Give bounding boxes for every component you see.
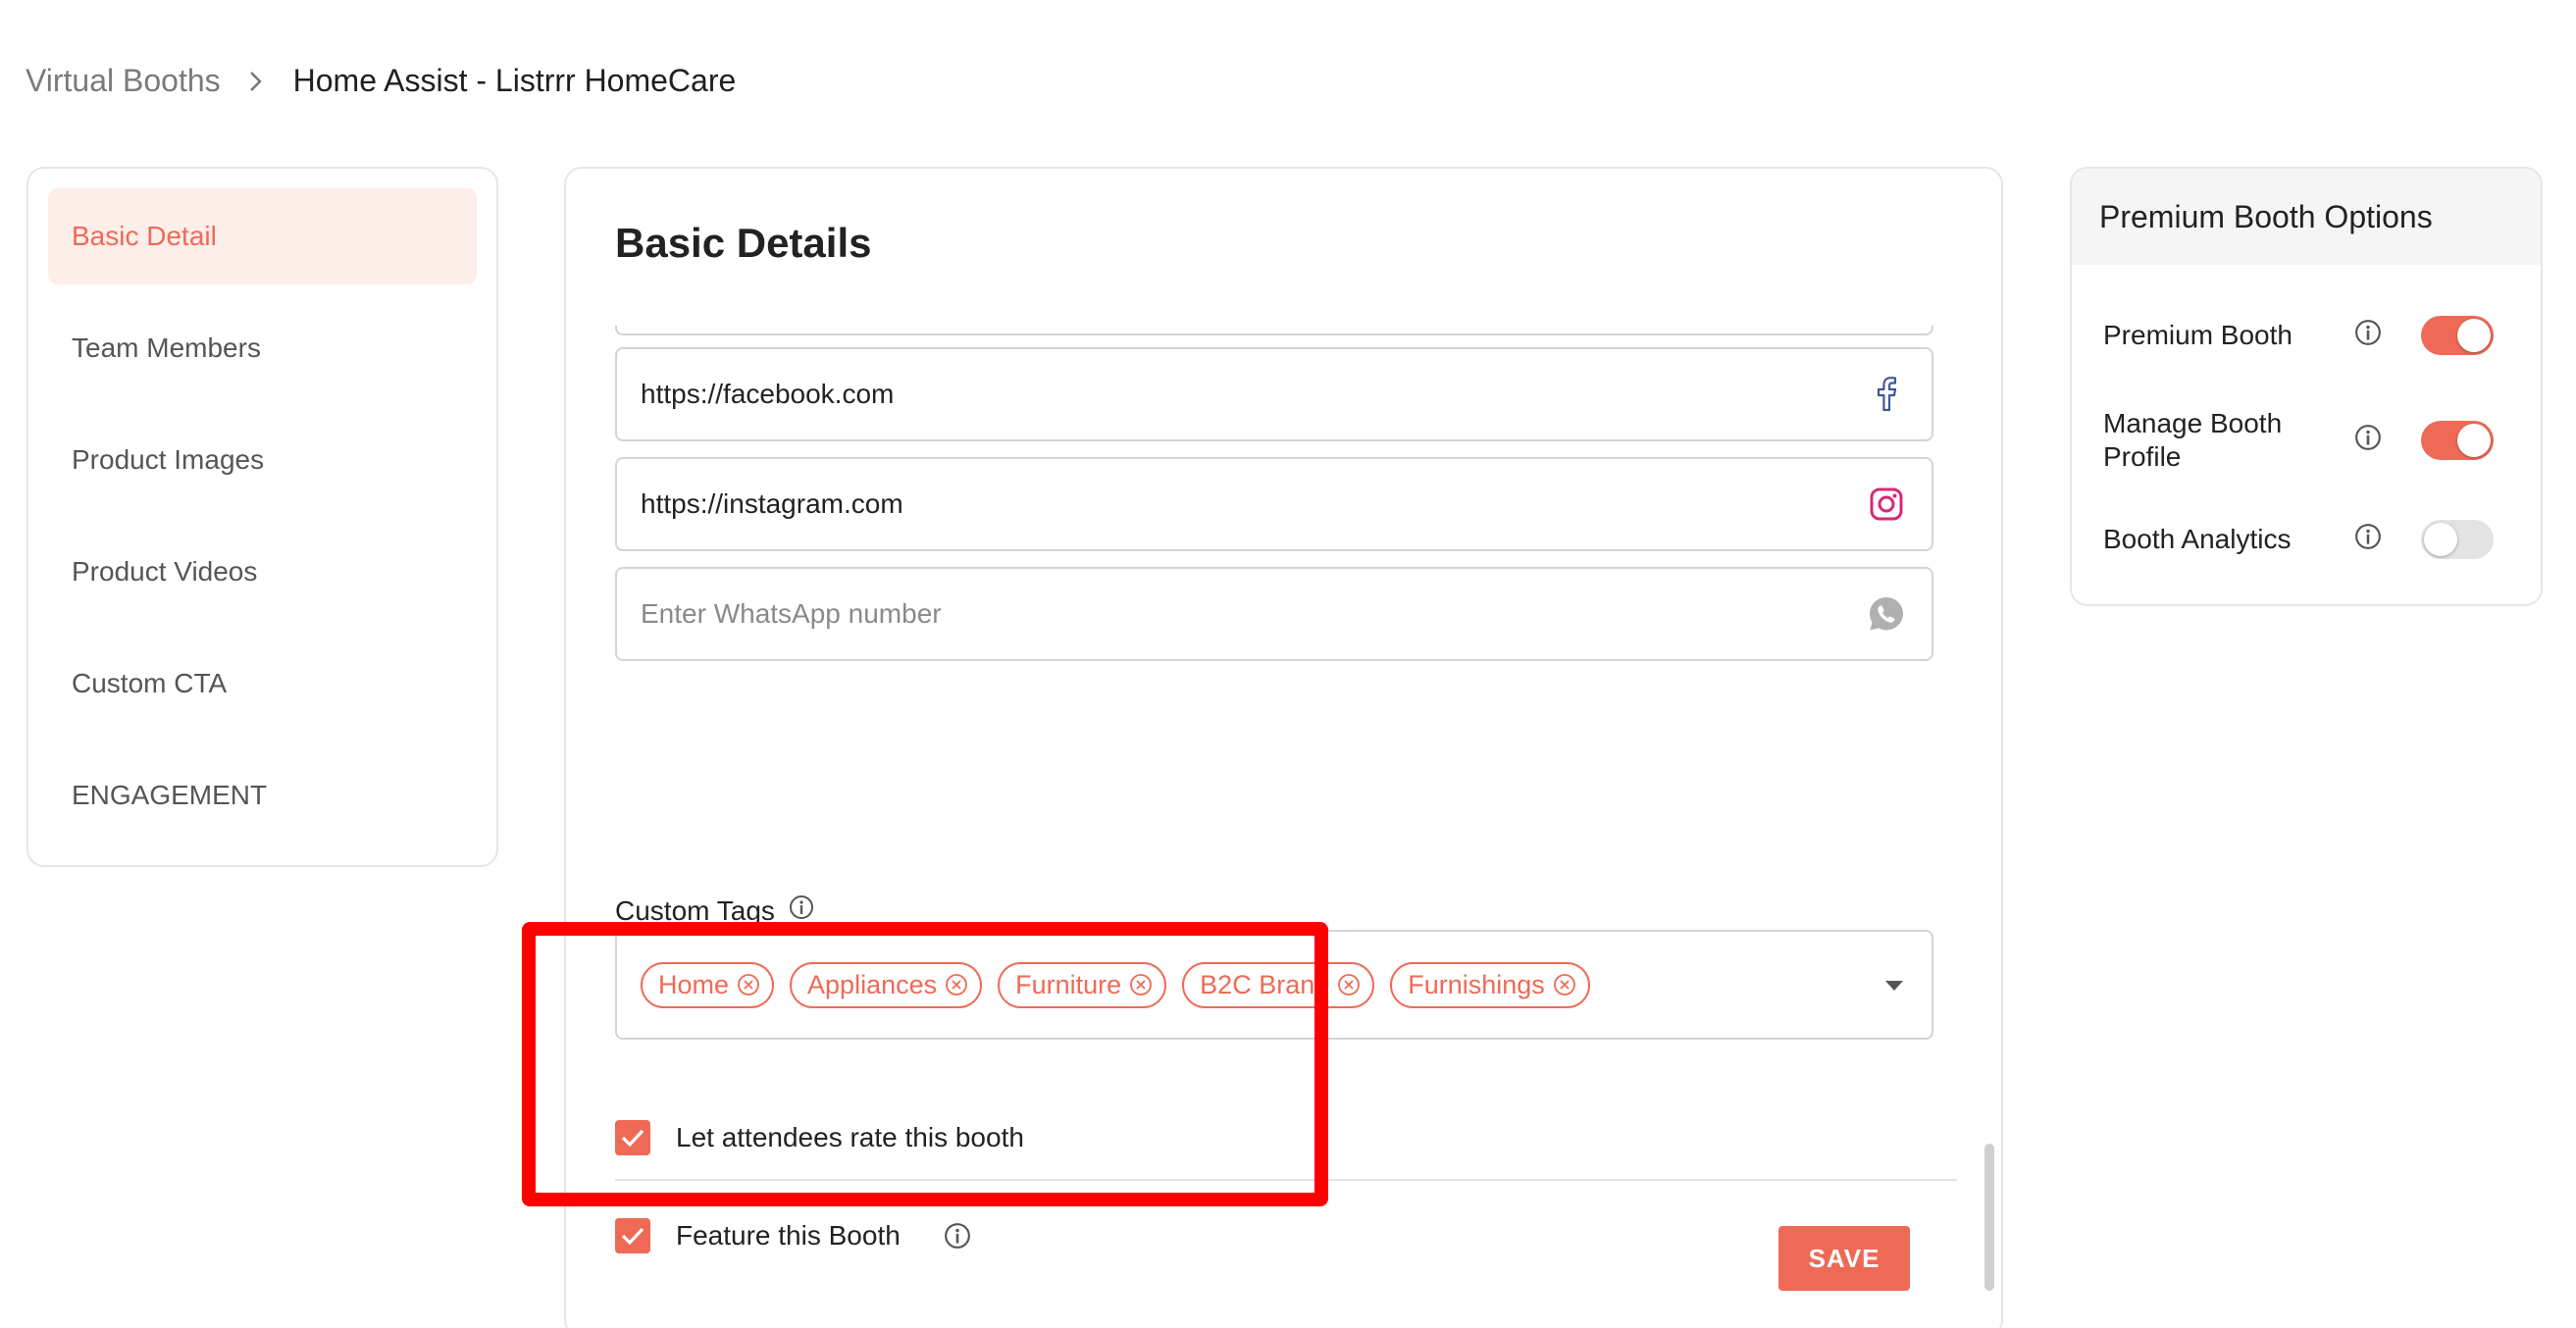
breadcrumb: Virtual Booths Home Assist - Listrrr Hom…: [26, 63, 736, 99]
nav-item-product-images[interactable]: Product Images: [48, 412, 477, 508]
info-icon: [2354, 523, 2382, 557]
nav-item-label: Custom CTA: [72, 668, 228, 698]
instagram-icon: [1865, 483, 1908, 526]
previous-field: [615, 326, 1933, 335]
remove-tag-icon[interactable]: [1337, 973, 1361, 996]
remove-tag-icon[interactable]: [945, 973, 968, 996]
option-label: Booth Analytics: [2103, 524, 2292, 554]
toggle-knob: [2457, 319, 2491, 352]
breadcrumb-current: Home Assist - Listrrr HomeCare: [292, 63, 737, 98]
premium-booth-options-panel: Premium Booth Options Premium Booth Mana…: [2070, 167, 2543, 606]
info-icon: [2354, 424, 2382, 458]
toggle-knob: [2424, 523, 2457, 556]
feature-booth-label: Feature this Booth: [676, 1220, 901, 1251]
booth-settings-nav: Basic Detail Team Members Product Images…: [26, 167, 498, 867]
remove-tag-icon[interactable]: [1553, 973, 1576, 996]
custom-tags-label: Custom Tags: [615, 894, 775, 926]
rate-booth-option: Let attendees rate this booth: [615, 1120, 1024, 1155]
tag-label: Appliances: [807, 969, 938, 999]
info-icon: [789, 894, 814, 927]
nav-item-custom-cta[interactable]: Custom CTA: [48, 636, 477, 732]
caret-down-icon[interactable]: [1884, 979, 1904, 996]
option-label: Manage Booth Profile: [2103, 408, 2283, 472]
instagram-input[interactable]: [641, 488, 1865, 520]
tag-chip: Home: [641, 961, 775, 1008]
nav-item-product-videos[interactable]: Product Videos: [48, 524, 477, 620]
facebook-input[interactable]: [641, 379, 1865, 410]
nav-item-label: ENGAGEMENT: [72, 780, 268, 810]
nav-item-team-members[interactable]: Team Members: [48, 300, 477, 396]
tag-label: Furniture: [1015, 969, 1122, 999]
save-button[interactable]: SAVE: [1778, 1226, 1910, 1291]
info-icon: [944, 1222, 971, 1250]
booth-analytics-toggle[interactable]: [2421, 520, 2494, 559]
nav-item-label: Product Images: [72, 444, 265, 475]
premium-options-title: Premium Booth Options: [2072, 169, 2541, 265]
divider: [615, 1179, 1957, 1181]
tag-chip: Furniture: [998, 961, 1167, 1008]
option-label: Premium Booth: [2103, 320, 2293, 350]
form-scroll-area: Custom Tags Home Appliances Furniture B2…: [566, 326, 2001, 1328]
facebook-field: [615, 347, 1933, 441]
tag-chip: Appliances: [790, 961, 983, 1008]
premium-option-booth-analytics: Booth Analytics: [2103, 520, 2513, 559]
custom-tags-label-row: Custom Tags: [615, 894, 814, 927]
info-icon: [2354, 319, 2382, 353]
remove-tag-icon[interactable]: [737, 973, 760, 996]
feature-booth-option: Feature this Booth: [615, 1218, 971, 1253]
rate-booth-label: Let attendees rate this booth: [676, 1122, 1024, 1152]
premium-booth-toggle[interactable]: [2421, 316, 2494, 355]
premium-option-premium-booth: Premium Booth: [2103, 316, 2513, 355]
whatsapp-icon: [1865, 592, 1908, 636]
manage-booth-profile-toggle[interactable]: [2421, 421, 2494, 460]
premium-option-manage-booth-profile: Manage Booth Profile: [2103, 406, 2513, 475]
facebook-icon: [1865, 373, 1908, 416]
page-title: Basic Details: [615, 220, 872, 266]
remove-tag-icon[interactable]: [1129, 973, 1153, 996]
nav-item-label: Basic Detail: [72, 221, 217, 251]
chevron-right-icon: [248, 70, 264, 93]
whatsapp-field: [615, 567, 1933, 661]
tag-label: Furnishings: [1408, 969, 1545, 999]
breadcrumb-virtual-booths[interactable]: Virtual Booths: [26, 63, 221, 99]
scrollbar-thumb[interactable]: [1984, 1144, 1994, 1291]
rate-booth-checkbox[interactable]: [615, 1120, 650, 1155]
tag-chip: B2C Brand: [1182, 961, 1375, 1008]
instagram-field: [615, 457, 1933, 551]
basic-details-panel: Basic Details Custom Tags: [564, 167, 2003, 1328]
toggle-knob: [2457, 424, 2491, 457]
nav-item-label: Team Members: [72, 332, 261, 363]
tag-chip: Furnishings: [1390, 961, 1590, 1008]
nav-item-label: Product Videos: [72, 556, 258, 587]
nav-item-basic-detail[interactable]: Basic Detail: [48, 188, 477, 284]
nav-item-engagement[interactable]: ENGAGEMENT: [48, 747, 477, 843]
whatsapp-input[interactable]: [641, 598, 1865, 630]
tag-label: Home: [658, 969, 730, 999]
feature-booth-checkbox[interactable]: [615, 1218, 650, 1253]
custom-tags-select[interactable]: Home Appliances Furniture B2C Brand Furn…: [615, 930, 1933, 1040]
tag-label: B2C Brand: [1200, 969, 1330, 999]
